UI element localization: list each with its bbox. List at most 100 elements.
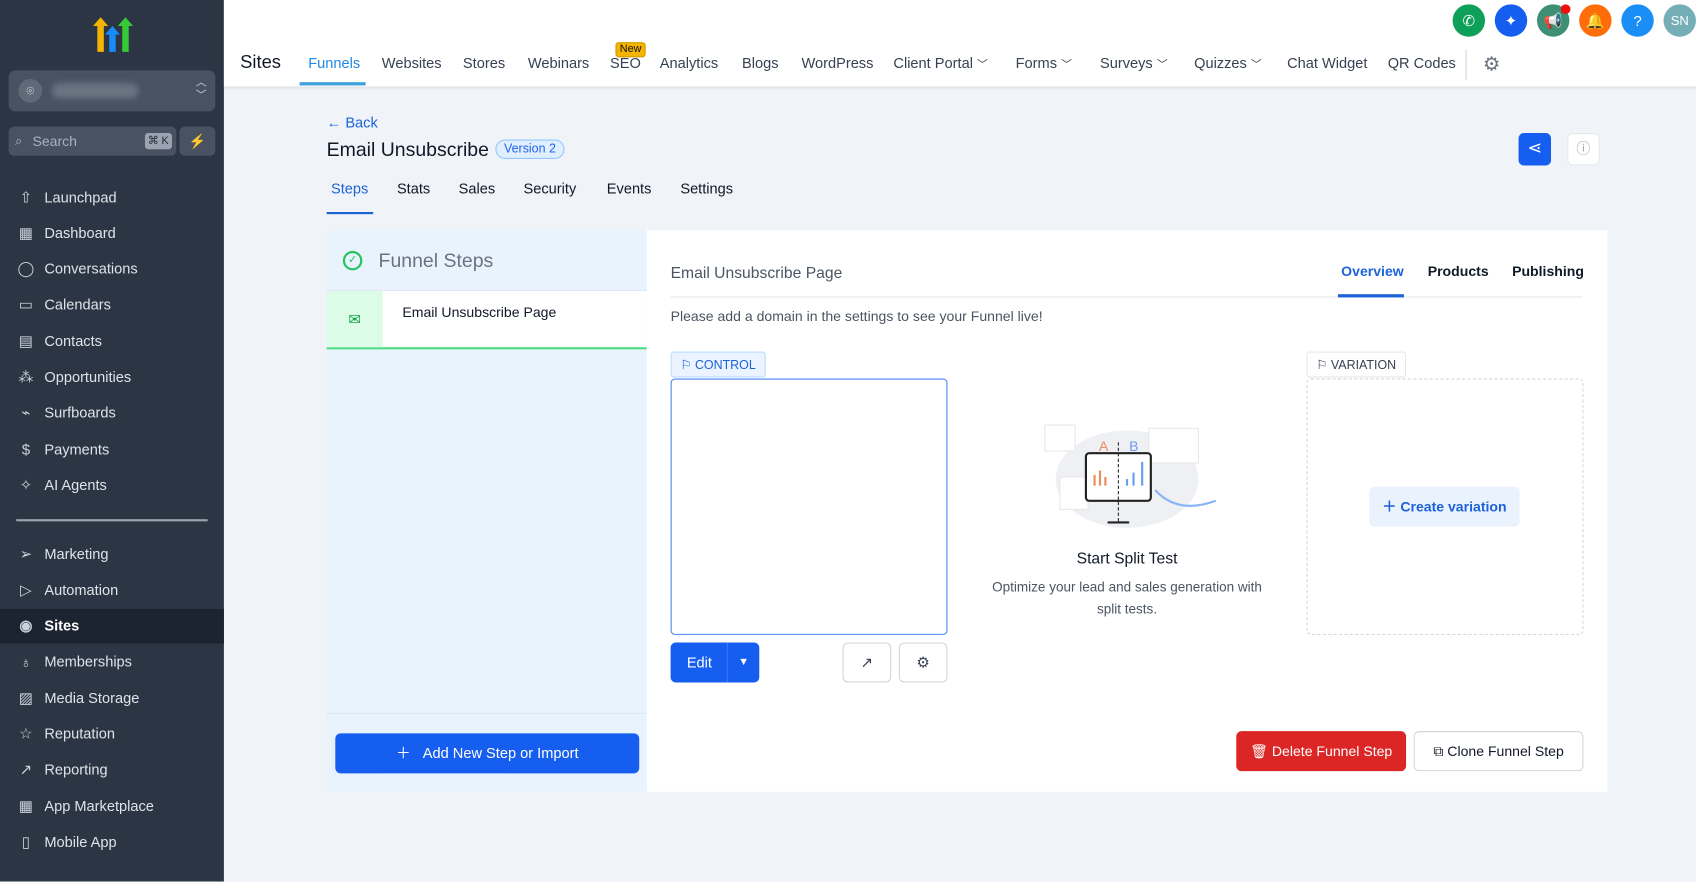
sidebar-item-sites[interactable]: ◉ Sites [0, 608, 224, 644]
tab-products[interactable]: Products [1428, 263, 1489, 279]
sidebar-item-label: Opportunities [44, 368, 132, 386]
sidebar-item-reporting[interactable]: ↗ Reporting [0, 753, 224, 788]
info-button[interactable]: ⓘ [1567, 133, 1600, 166]
tab-quizzes[interactable]: Quizzes ﹀ [1194, 55, 1262, 71]
tab-stores[interactable]: Stores [463, 55, 505, 71]
tab-publishing[interactable]: Publishing [1512, 263, 1584, 279]
quick-actions-button[interactable]: ⚡ [179, 126, 216, 156]
sidebar-item-reputation[interactable]: ☆ Reputation [0, 717, 224, 752]
sidebar-item-label: Memberships [44, 653, 132, 670]
sidebar-item-mobile-app[interactable]: ▯ Mobile App [0, 825, 224, 860]
tab-security[interactable]: Security [523, 181, 576, 197]
tab-sales[interactable]: Sales [459, 181, 496, 197]
clone-step-button[interactable]: ⧉ Clone Funnel Step [1413, 731, 1584, 772]
tab-overview[interactable]: Overview [1341, 263, 1404, 279]
sidebar-item-label: Launchpad [44, 188, 117, 205]
sidebar-item-dashboard[interactable]: ▦ Dashboard [0, 216, 224, 251]
bell-icon[interactable]: 🔔 [1579, 4, 1612, 37]
chevron-down-icon: ﹀ [1156, 59, 1168, 72]
help-icon[interactable]: ? [1621, 4, 1654, 37]
tab-chat-widget[interactable]: Chat Widget [1287, 55, 1367, 71]
open-external-button[interactable]: ↗ [842, 642, 892, 683]
tab-analytics[interactable]: Analytics [660, 55, 718, 71]
phone-icon[interactable]: ✆ [1452, 4, 1486, 37]
tab-blogs[interactable]: Blogs [742, 55, 779, 71]
share-button[interactable]: ⋖ [1518, 133, 1552, 166]
sidebar-item-marketing[interactable]: ➢ Marketing [0, 536, 224, 571]
memberships-icon: ♁ [20, 653, 32, 671]
tab-qr-codes[interactable]: QR Codes [1388, 55, 1456, 71]
info-icon: ⓘ [1576, 140, 1591, 157]
sidebar-item-contacts[interactable]: ▤ Contacts [0, 324, 224, 359]
tab-label: Quizzes [1194, 55, 1247, 72]
top-bar: Sites New ⚙ ✆ ✦ 📢 🔔 ? SN Funnels Websites… [223, 0, 1696, 87]
sidebar-item-launchpad[interactable]: ⇧ Launchpad [0, 180, 224, 215]
tab-funnels[interactable]: Funnels [308, 55, 360, 71]
settings-gear-icon[interactable]: ⚙ [1483, 53, 1500, 76]
sidebar-item-automation[interactable]: ▷ Automation [0, 572, 224, 607]
sidebar-item-label: Sites [44, 617, 80, 634]
version-badge: Version 2 [495, 139, 565, 159]
funnel-step-item[interactable]: ✉ Email Unsubscribe Page [326, 290, 647, 350]
tab-surveys[interactable]: Surveys ﹀ [1100, 55, 1168, 71]
control-preview[interactable] [670, 378, 948, 635]
tab-websites[interactable]: Websites [382, 55, 442, 71]
sidebar-item-memberships[interactable]: ♁ Memberships [0, 645, 224, 680]
tab-seo[interactable]: SEO [610, 55, 641, 71]
tab-steps[interactable]: Steps [331, 181, 368, 197]
sidebar-item-label: Calendars [44, 296, 111, 314]
step-name: Email Unsubscribe Page [402, 303, 557, 321]
announcement-megaphone-icon[interactable]: 📢 [1536, 4, 1571, 37]
payments-icon: $ [21, 440, 31, 458]
tab-client-portal[interactable]: Client Portal ﹀ [893, 55, 987, 71]
account-switcher[interactable]: ⌾ ︿ ﹀ [8, 70, 216, 112]
sidebar-item-label: Surfboards [44, 404, 116, 422]
back-link[interactable]: ← Back [327, 115, 378, 131]
logo-icon [93, 17, 134, 52]
sidebar-item-conversations[interactable]: ◯ Conversations [0, 252, 224, 287]
delete-step-button[interactable]: 🗑 Delete Funnel Step [1236, 731, 1407, 772]
dashboard-icon: ▦ [18, 223, 34, 241]
user-avatar[interactable]: SN [1663, 4, 1696, 37]
add-step-button[interactable]: ＋ Add New Step or Import [335, 733, 640, 774]
tab-webinars[interactable]: Webinars [528, 55, 589, 71]
tabs-divider [670, 296, 1583, 298]
sidebar-item-opportunities[interactable]: ⁂ Opportunities [0, 360, 224, 395]
sidebar-item-label: Media Storage [44, 689, 140, 706]
search-input[interactable]: ⌕ Search ⌘ K [8, 126, 177, 156]
domain-notice: Please add a domain in the settings to s… [670, 308, 1043, 325]
sidebar-item-media-storage[interactable]: ▨ Media Storage [0, 681, 224, 716]
ai-sparkle-icon[interactable]: ✦ [1494, 4, 1528, 37]
split-test-title: Start Split Test [1076, 550, 1178, 568]
step-page-title: Email Unsubscribe Page [670, 264, 843, 283]
sidebar-item-payments[interactable]: $ Payments [0, 432, 224, 467]
create-variation-button[interactable]: ＋ Create variation [1369, 486, 1520, 527]
sidebar-item-label: Automation [44, 581, 119, 598]
sidebar-item-ai-agents[interactable]: ✧ AI Agents [0, 468, 224, 503]
sidebar-item-calendars[interactable]: ▭ Calendars [0, 288, 224, 323]
tab-stats[interactable]: Stats [397, 181, 430, 197]
mobile-app-icon: ▯ [21, 832, 31, 851]
chevron-down-icon[interactable]: ▼ [726, 642, 759, 683]
email-icon: ✉ [326, 290, 383, 348]
location-icon: ⌾ [18, 78, 43, 103]
tab-events[interactable]: Events [607, 181, 652, 197]
variation-text: VARIATION [1330, 359, 1397, 373]
tab-settings[interactable]: Settings [680, 181, 733, 197]
sidebar-item-label: Dashboard [44, 224, 116, 241]
tab-wordpress[interactable]: WordPress [801, 55, 873, 71]
tab-forms[interactable]: Forms ﹀ [1016, 55, 1072, 71]
tab-label: Stores [462, 55, 506, 72]
sidebar-divider [16, 519, 208, 522]
step-settings-button[interactable]: ⚙ [898, 642, 948, 683]
opportunities-icon: ⁂ [18, 367, 34, 386]
tab-label: Webinars [527, 55, 590, 72]
edit-button[interactable]: Edit ▼ [670, 642, 760, 683]
add-step-label: Add New Step or Import [422, 745, 579, 762]
tab-label: Chat Widget [1287, 55, 1368, 72]
sidebar-item-app-marketplace[interactable]: ▦ App Marketplace [0, 789, 224, 824]
ai-agents-icon: ✧ [19, 475, 33, 494]
sidebar-item-surfboards[interactable]: ⌁ Surfboards [0, 396, 224, 431]
reputation-icon: ☆ [19, 724, 33, 742]
page-title: Email Unsubscribe [326, 138, 489, 161]
